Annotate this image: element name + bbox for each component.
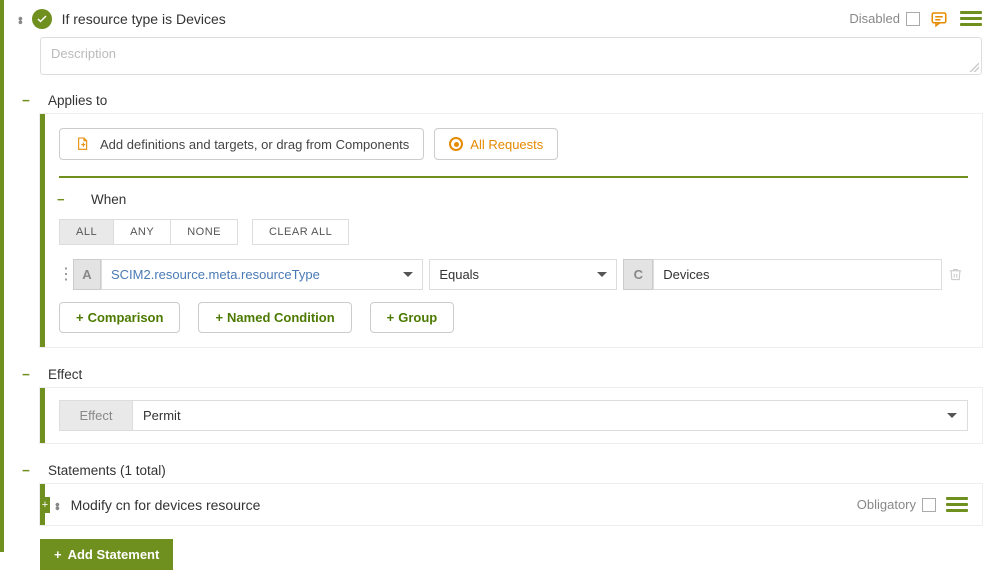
effect-section-label: Effect	[48, 367, 82, 382]
add-named-condition-label: Named Condition	[227, 310, 335, 325]
condition-drag-handle[interactable]: ⋮	[59, 259, 73, 290]
value-input[interactable]: Devices	[653, 259, 942, 290]
add-group-label: Group	[398, 310, 437, 325]
clear-all-button[interactable]: CLEAR ALL	[252, 219, 349, 245]
operator-value: Equals	[439, 267, 479, 282]
statements-header: − Statements (1 total)	[4, 463, 1000, 484]
statement-menu-icon[interactable]	[946, 494, 968, 515]
chevron-down-icon	[597, 272, 607, 277]
attribute-badge: A	[73, 259, 101, 290]
applies-to-label: Applies to	[48, 93, 107, 108]
obligatory-checkbox[interactable]	[922, 498, 936, 512]
match-mode-any[interactable]: ANY	[114, 220, 171, 244]
rule-menu-icon[interactable]	[960, 8, 982, 29]
chevron-down-icon	[947, 413, 957, 418]
effect-section: Effect Permit	[40, 388, 982, 443]
insert-handle-icon[interactable]: +	[40, 497, 50, 513]
statement-row[interactable]: + Modify cn for devices resource Obligat…	[40, 484, 982, 525]
collapse-toggle[interactable]: −	[22, 463, 34, 478]
rule-title[interactable]: If resource type is Devices	[62, 11, 850, 27]
effect-select[interactable]: Permit	[133, 400, 968, 431]
drag-handle-icon[interactable]	[13, 16, 29, 22]
effect-field-label: Effect	[59, 400, 133, 431]
all-requests-label: All Requests	[470, 137, 543, 152]
collapse-toggle[interactable]: −	[22, 93, 34, 108]
attribute-value: SCIM2.resource.meta.resourceType	[111, 267, 320, 282]
comment-icon[interactable]	[930, 10, 948, 28]
when-label: When	[91, 192, 126, 207]
rule-header: If resource type is Devices Disabled	[4, 0, 1000, 37]
drag-handle-icon[interactable]	[50, 502, 66, 508]
effect-header: − Effect	[4, 367, 1000, 388]
match-mode-all[interactable]: ALL	[60, 220, 114, 244]
statement-title: Modify cn for devices resource	[71, 497, 857, 513]
add-statement-button[interactable]: +Add Statement	[40, 539, 173, 570]
obligatory-label: Obligatory	[857, 497, 916, 512]
add-group-button[interactable]: +Group	[370, 302, 455, 333]
delete-condition-button[interactable]	[942, 259, 968, 290]
match-mode-group: ALL ANY NONE	[59, 219, 238, 245]
description-input[interactable]: Description	[40, 37, 982, 75]
applies-to-section: Add definitions and targets, or drag fro…	[40, 114, 982, 347]
add-definitions-button[interactable]: Add definitions and targets, or drag fro…	[59, 128, 424, 160]
status-ok-icon	[32, 9, 52, 29]
add-statement-label: Add Statement	[68, 547, 160, 562]
collapse-toggle[interactable]: −	[22, 367, 34, 382]
effect-value: Permit	[143, 408, 181, 423]
disabled-label: Disabled	[849, 11, 900, 26]
operator-select[interactable]: Equals	[429, 259, 617, 290]
match-mode-none[interactable]: NONE	[171, 220, 237, 244]
literal-badge: C	[623, 259, 653, 290]
attribute-select[interactable]: SCIM2.resource.meta.resourceType	[101, 259, 423, 290]
document-add-icon	[74, 136, 90, 152]
disabled-checkbox[interactable]	[906, 12, 920, 26]
add-comparison-button[interactable]: +Comparison	[59, 302, 180, 333]
applies-to-header: − Applies to	[4, 93, 1000, 114]
all-requests-button[interactable]: All Requests	[434, 128, 558, 160]
condition-row: ⋮ A SCIM2.resource.meta.resourceType Equ…	[59, 259, 968, 290]
statements-section-label: Statements (1 total)	[48, 463, 166, 478]
divider	[59, 176, 968, 178]
resize-handle-icon[interactable]	[969, 62, 979, 72]
when-collapse-toggle[interactable]: −	[57, 192, 69, 207]
chevron-down-icon	[403, 272, 413, 277]
add-definitions-label: Add definitions and targets, or drag fro…	[100, 137, 409, 152]
bullseye-icon	[449, 137, 463, 151]
add-named-condition-button[interactable]: +Named Condition	[198, 302, 351, 333]
condition-value: Devices	[663, 267, 709, 282]
add-comparison-label: Comparison	[88, 310, 164, 325]
description-placeholder: Description	[51, 46, 116, 61]
